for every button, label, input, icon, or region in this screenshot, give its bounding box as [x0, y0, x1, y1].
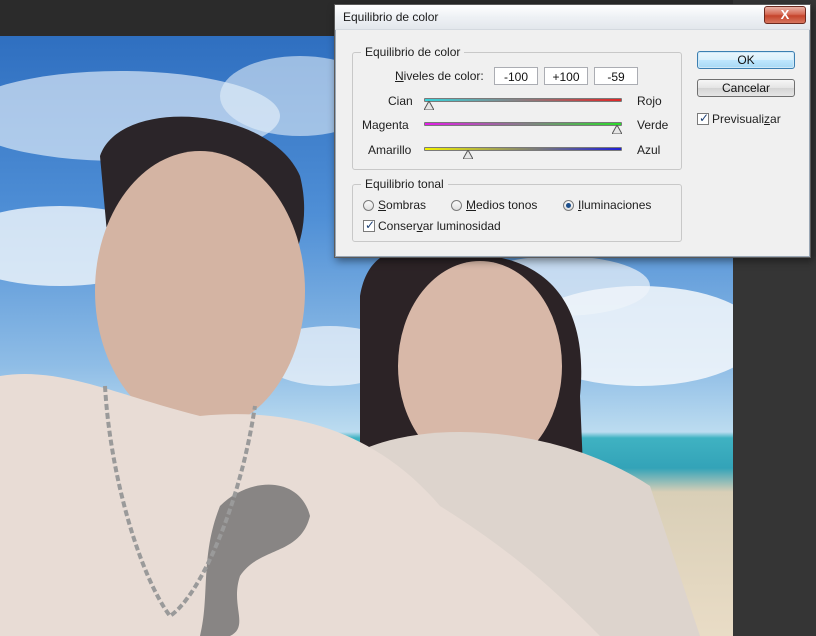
close-icon: X: [780, 7, 790, 22]
level-cyan-red-input[interactable]: -100: [494, 67, 538, 85]
cyan-red-slider[interactable]: [424, 98, 622, 102]
cancel-button[interactable]: Cancelar: [697, 79, 795, 97]
green-label: Verde: [637, 118, 669, 132]
shadows-radio[interactable]: [363, 200, 374, 211]
cyan-red-thumb[interactable]: [424, 101, 434, 110]
shadows-label[interactable]: Sombras: [378, 198, 426, 212]
dialog-titlebar[interactable]: Equilibrio de color X: [335, 5, 810, 30]
close-button[interactable]: X: [764, 6, 806, 24]
tonal-balance-legend: Equilibrio tonal: [361, 177, 448, 191]
blue-label: Azul: [637, 143, 661, 157]
magenta-green-slider[interactable]: [424, 122, 622, 126]
tonal-balance-group: Equilibrio tonal Sombras Medios tonos Il…: [352, 177, 682, 242]
level-magenta-green-input[interactable]: +100: [544, 67, 588, 85]
yellow-blue-slider[interactable]: [424, 147, 622, 151]
midtones-radio[interactable]: [451, 200, 462, 211]
level-yellow-blue-input[interactable]: -59: [594, 67, 638, 85]
color-balance-group: Equilibrio de color Niveles de color: -1…: [352, 45, 682, 170]
preserve-luminosity-checkbox[interactable]: [363, 218, 375, 232]
color-balance-legend: Equilibrio de color: [361, 45, 465, 59]
midtones-label[interactable]: Medios tonos: [466, 198, 537, 212]
preserve-luminosity-label[interactable]: Conservar luminosidad: [378, 219, 501, 233]
yellow-label: Amarillo: [368, 143, 412, 157]
magenta-green-thumb[interactable]: [612, 125, 622, 134]
yellow-blue-thumb[interactable]: [462, 150, 473, 159]
cyan-label: Cian: [388, 94, 413, 108]
color-levels-label: Niveles de color:: [395, 69, 484, 83]
preview-checkbox[interactable]: [697, 111, 709, 125]
ok-button[interactable]: OK: [697, 51, 795, 69]
highlights-radio[interactable]: [563, 200, 574, 211]
preview-label[interactable]: Previsualizar: [712, 112, 781, 126]
highlights-label[interactable]: Iluminaciones: [578, 198, 651, 212]
magenta-label: Magenta: [362, 118, 409, 132]
color-balance-dialog: Equilibrio de color X Equilibrio de colo…: [334, 4, 811, 258]
red-label: Rojo: [637, 94, 662, 108]
dialog-title: Equilibrio de color: [343, 10, 439, 24]
